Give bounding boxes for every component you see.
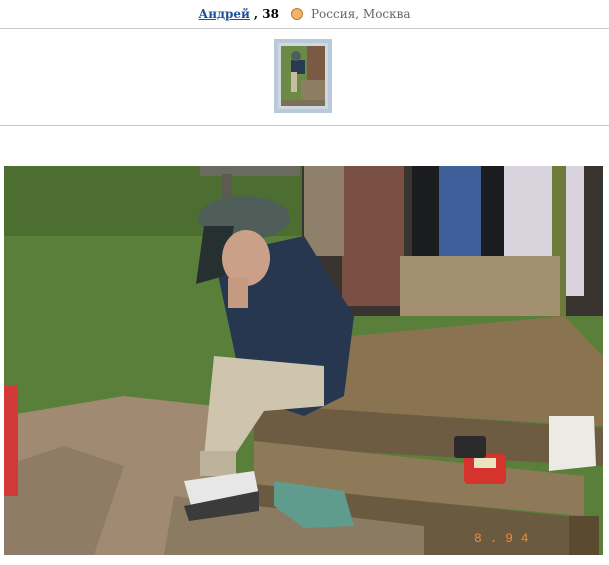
photo-date-stamp: 8 . 9 4 <box>474 531 529 546</box>
divider <box>0 28 609 29</box>
photo-thumbnail[interactable] <box>274 39 332 113</box>
main-photo[interactable]: 8 . 9 4 <box>4 166 603 555</box>
profile-name-link[interactable]: Андрей <box>198 7 249 21</box>
profile-location: Россия, Москва <box>310 7 411 21</box>
profile-header: Андрей , 38 Россия, Москва <box>0 0 609 28</box>
zodiac-icon <box>290 8 303 20</box>
profile-age: , 38 <box>253 7 279 21</box>
divider <box>0 125 609 126</box>
